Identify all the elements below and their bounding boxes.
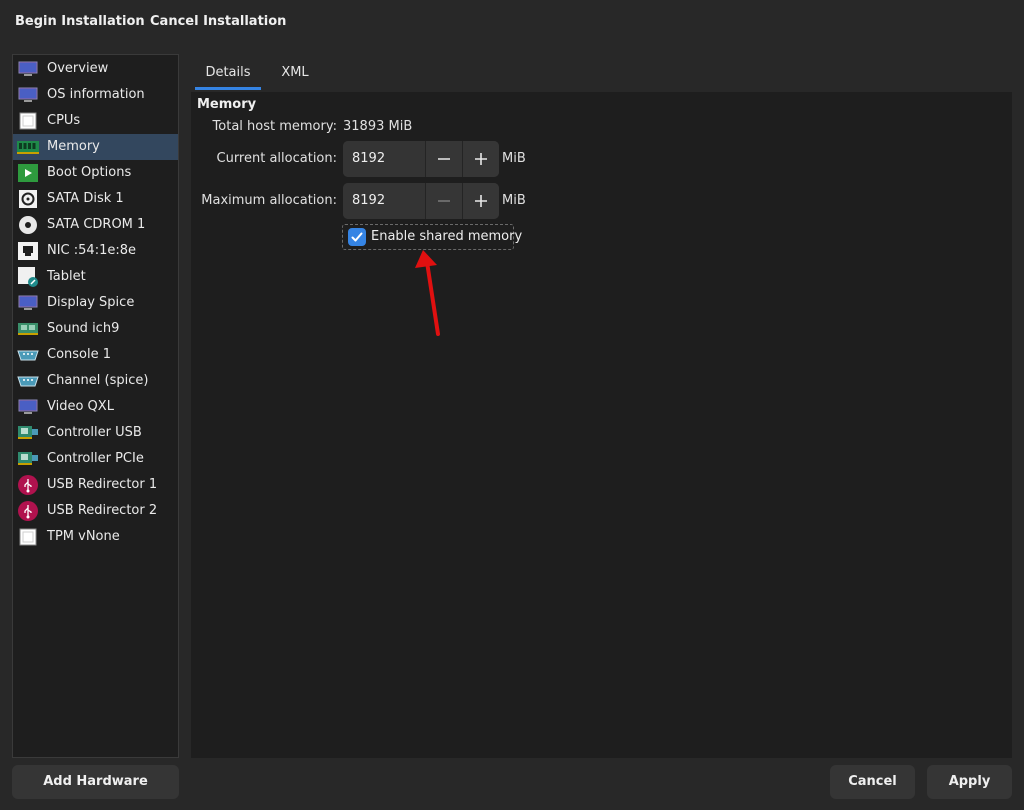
sidebar-item-label: Boot Options [47,165,132,180]
sidebar-item-label: NIC :54:1e:8e [47,243,136,258]
sidebar-item-label: USB Redirector 2 [47,503,158,518]
enable-shared-memory-label: Enable shared memory [371,229,523,244]
sidebar-item-label: OS information [47,87,145,102]
sound-card-icon [17,319,39,339]
add-hardware-button[interactable]: Add Hardware [12,765,179,799]
cdrom-icon [17,215,39,235]
monitor-icon [17,293,39,313]
sidebar-item-usb-redirector-1[interactable]: USB Redirector 1 [13,472,178,498]
current-allocation-unit: MiB [502,151,526,166]
maximum-increment-button[interactable] [462,183,499,219]
maximum-allocation-unit: MiB [502,193,526,208]
sidebar-item-channel-spice[interactable]: Channel (spice) [13,368,178,394]
sidebar-item-label: Tablet [47,269,86,284]
tab-xml[interactable]: XML [266,58,324,90]
usb-icon [17,501,39,521]
sidebar-item-label: Sound ich9 [47,321,120,336]
sidebar-item-sata-disk-1[interactable]: SATA Disk 1 [13,186,178,212]
sidebar-item-video-qxl[interactable]: Video QXL [13,394,178,420]
sidebar-item-os-information[interactable]: OS information [13,82,178,108]
chip-icon [17,527,39,547]
cancel-button[interactable]: Cancel [830,765,915,799]
tab-details[interactable]: Details [195,58,261,90]
sidebar-item-sata-cdrom-1[interactable]: SATA CDROM 1 [13,212,178,238]
sidebar-item-label: USB Redirector 1 [47,477,158,492]
plus-icon [475,195,487,207]
sidebar-item-nic-54-1e-8e[interactable]: NIC :54:1e:8e [13,238,178,264]
sidebar-item-console-1[interactable]: Console 1 [13,342,178,368]
sidebar-item-tpm-vnone[interactable]: TPM vNone [13,524,178,550]
usb-icon [17,475,39,495]
sidebar-item-label: Video QXL [47,399,114,414]
enable-shared-memory-checkbox[interactable]: Enable shared memory [342,224,522,250]
sidebar-item-label: SATA CDROM 1 [47,217,146,232]
sidebar-item-usb-redirector-2[interactable]: USB Redirector 2 [13,498,178,524]
total-host-memory-label: Total host memory: [212,119,337,134]
chip-icon [17,111,39,131]
section-title-memory: Memory [197,97,257,112]
controller-card-icon [17,423,39,443]
sidebar-item-label: Display Spice [47,295,135,310]
sidebar-item-display-spice[interactable]: Display Spice [13,290,178,316]
sidebar-item-controller-pcie[interactable]: Controller PCIe [13,446,178,472]
plus-icon [475,153,487,165]
minus-icon [438,158,450,160]
checkmark-icon [351,232,363,242]
sidebar-item-memory[interactable]: Memory [13,134,178,160]
sidebar-item-label: CPUs [47,113,81,128]
sidebar-item-controller-usb[interactable]: Controller USB [13,420,178,446]
sidebar-item-label: Overview [47,61,109,76]
maximum-decrement-button[interactable] [425,183,462,219]
network-port-icon [17,241,39,261]
sidebar-item-tablet[interactable]: Tablet [13,264,178,290]
ram-icon [17,137,39,157]
current-decrement-button[interactable] [425,141,462,177]
sidebar-item-label: TPM vNone [47,529,120,544]
monitor-icon [17,397,39,417]
sidebar-item-label: SATA Disk 1 [47,191,124,206]
begin-installation-button[interactable]: Begin Installation [15,12,145,32]
serial-port-icon [17,345,39,365]
hardware-list: Overview OS information CPUs Memory Boot Opt… [12,54,179,758]
cancel-installation-button[interactable]: Cancel Installation [150,12,286,32]
current-allocation-label: Current allocation: [216,151,338,166]
sidebar-item-sound-ich9[interactable]: Sound ich9 [13,316,178,342]
minus-icon [438,200,450,202]
monitor-icon [17,59,39,79]
total-host-memory-value: 31893 MiB [343,119,413,134]
sidebar-item-boot-options[interactable]: Boot Options [13,160,178,186]
maximum-allocation-spinner: 8192 [343,183,499,219]
maximum-allocation-input[interactable]: 8192 [343,183,425,219]
sidebar-item-label: Channel (spice) [47,373,149,388]
tablet-icon [17,267,39,287]
sidebar-item-label: Controller PCIe [47,451,144,466]
details-panel: Memory Total host memory: 31893 MiB Curr… [191,92,1012,758]
sidebar-item-overview[interactable]: Overview [13,56,178,82]
disk-icon [17,189,39,209]
sidebar-item-cpus[interactable]: CPUs [13,108,178,134]
apply-button[interactable]: Apply [927,765,1012,799]
top-toolbar: Begin Installation Cancel Installation [0,0,1024,44]
current-allocation-spinner: 8192 [343,141,499,177]
controller-card-icon [17,449,39,469]
play-icon [17,163,39,183]
serial-port-icon [17,371,39,391]
maximum-allocation-label: Maximum allocation: [201,193,337,208]
sidebar-item-label: Console 1 [47,347,112,362]
checkbox-checked[interactable] [348,228,366,246]
sidebar-item-label: Memory [47,139,100,154]
sidebar-item-label: Controller USB [47,425,142,440]
current-allocation-input[interactable]: 8192 [343,141,425,177]
annotation-arrow-icon [415,250,440,336]
monitor-icon [17,85,39,105]
current-increment-button[interactable] [462,141,499,177]
